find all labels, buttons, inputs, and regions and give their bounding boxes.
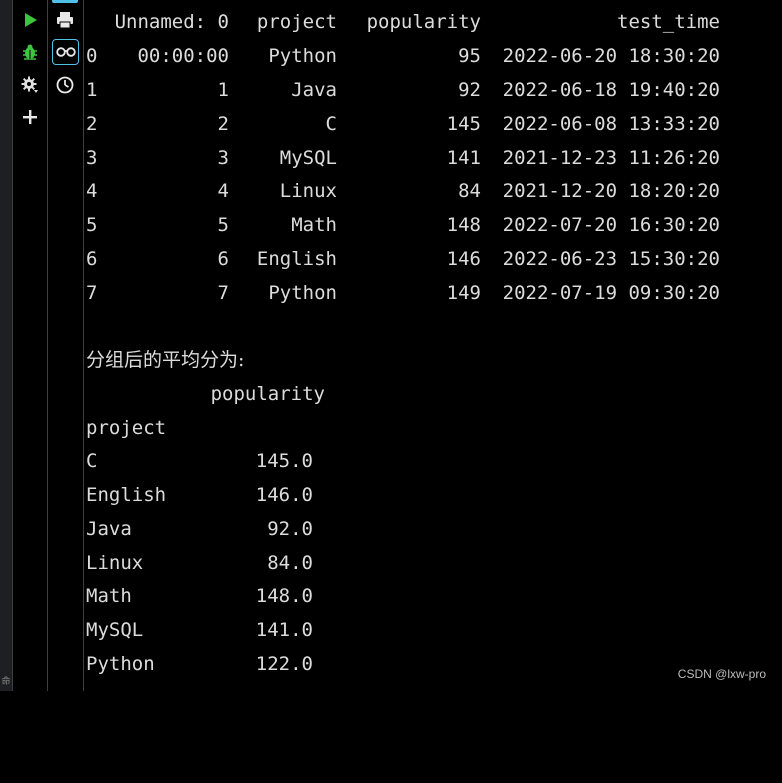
table-row: 2 2 C 145 2022-06-08 13:33:20 xyxy=(86,113,720,135)
printer-icon xyxy=(57,12,73,29)
plus-icon xyxy=(23,110,37,124)
gear-icon xyxy=(21,76,38,93)
run-button[interactable] xyxy=(18,8,42,32)
print-button[interactable] xyxy=(53,8,77,32)
list-item: Linux 84.0 xyxy=(86,552,313,574)
header-popularity: popularity xyxy=(366,11,481,33)
watermark: CSDN @lxw-pro xyxy=(677,667,766,681)
group-caption: 分组后的平均分为: xyxy=(86,349,245,371)
clock-icon xyxy=(56,76,74,94)
edge-label: 命 xyxy=(1,677,11,687)
run-toolbar xyxy=(13,0,48,691)
list-item: Math 148.0 xyxy=(86,585,313,607)
active-tab-indicator xyxy=(52,0,78,3)
left-edge-strip: 命 xyxy=(0,0,13,691)
settings-button[interactable] xyxy=(18,73,42,97)
console-output: Unnamed: 0 project popularity test_time … xyxy=(86,0,782,691)
list-item: Java 92.0 xyxy=(86,518,313,540)
group-index-name: project xyxy=(86,417,167,439)
table-row: 5 5 Math 148 2022-07-20 16:30:20 xyxy=(86,214,720,236)
table-row: 6 6 English 146 2022-06-23 15:30:20 xyxy=(86,248,720,270)
group-column-header: popularity xyxy=(210,383,325,405)
list-item: C 145.0 xyxy=(86,450,313,472)
table-row: 3 3 MySQL 141 2021-12-23 11:26:20 xyxy=(86,147,720,169)
debug-button[interactable] xyxy=(18,40,42,64)
view-button[interactable] xyxy=(52,39,79,65)
bug-icon xyxy=(23,44,37,60)
table-row: 0 00:00:00 Python 95 2022-06-20 18:30:20 xyxy=(86,45,720,67)
add-button[interactable] xyxy=(18,105,42,129)
play-icon xyxy=(25,13,37,27)
list-item: Python 122.0 xyxy=(86,653,313,675)
list-item: MySQL 141.0 xyxy=(86,619,313,641)
history-button[interactable] xyxy=(53,73,77,97)
table-row: 1 1 Java 92 2022-06-18 19:40:20 xyxy=(86,79,720,101)
output-toolbar xyxy=(48,0,84,691)
list-item: English 146.0 xyxy=(86,484,313,506)
glasses-icon xyxy=(55,47,76,57)
table-header: Unnamed: 0 project popularity test_time xyxy=(86,5,766,39)
header-project: project xyxy=(256,11,337,33)
header-test-time: test_time xyxy=(617,11,720,33)
table-row: 7 7 Python 149 2022-07-19 09:30:20 xyxy=(86,282,720,304)
header-unnamed: Unnamed: 0 xyxy=(114,11,229,33)
table-row: 4 4 Linux 84 2021-12-20 18:20:20 xyxy=(86,180,720,202)
